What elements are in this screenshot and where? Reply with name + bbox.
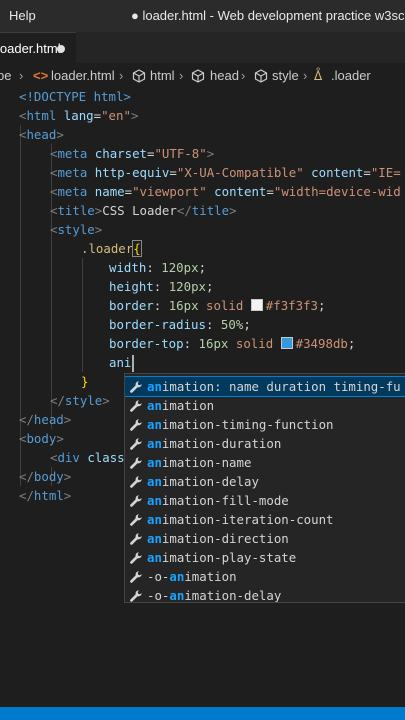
- suggestion-label: animation-name: [147, 455, 252, 470]
- code-line-11: height: 120px;: [109, 279, 214, 294]
- suggestion-item[interactable]: animation: [125, 396, 405, 415]
- wrench-icon: [129, 456, 143, 470]
- html-file-icon: <>: [33, 68, 49, 83]
- code-line-9: .loader{: [81, 240, 142, 257]
- suggestion-item[interactable]: animation-delay: [125, 472, 405, 491]
- breadcrumb-item-selector[interactable]: .loader: [331, 68, 371, 83]
- code-line-15: ani: [109, 355, 132, 370]
- breadcrumb-item-html[interactable]: html: [150, 68, 175, 83]
- wrench-icon: [129, 399, 143, 413]
- chevron-right-icon: ›: [119, 68, 124, 83]
- unsaved-dot-icon[interactable]: [57, 45, 65, 53]
- suggestion-label: animation-iteration-count: [147, 512, 334, 527]
- tab-loader-html[interactable]: loader.html: [0, 32, 76, 63]
- code-line-16: }: [81, 374, 89, 389]
- code-line-8: <style>: [50, 222, 103, 237]
- code-line-22: </html>: [19, 488, 72, 503]
- breadcrumb-item-style[interactable]: style: [272, 68, 299, 83]
- suggestion-label: animation: [147, 398, 215, 413]
- wrench-icon: [129, 551, 143, 565]
- code-line-14: border-top: 16px solid #3498db;: [109, 336, 356, 351]
- suggestion-item[interactable]: animation-fill-mode: [125, 491, 405, 510]
- suggestion-label: animation: name duration timing-fu: [147, 379, 401, 394]
- suggestion-label: animation-delay: [147, 474, 259, 489]
- wrench-icon: [129, 589, 143, 602]
- menu-help[interactable]: Help: [9, 8, 36, 23]
- chevron-right-icon: ›: [241, 68, 246, 83]
- code-line-2: <html lang="en">: [19, 108, 139, 123]
- suggestion-label: -o-animation: [147, 569, 237, 584]
- cube-icon: [254, 69, 268, 83]
- code-line-18: </head>: [19, 412, 72, 427]
- code-line-5: <meta http-equiv="X-UA-Compatible" conte…: [50, 165, 401, 180]
- chevron-right-icon: ›: [303, 68, 308, 83]
- cube-icon: [132, 69, 146, 83]
- breadcrumb-item-file[interactable]: loader.html: [51, 68, 115, 83]
- code-line-13: border-radius: 50%;: [109, 317, 251, 332]
- suggestion-item[interactable]: animation-play-state: [125, 548, 405, 567]
- suggestion-item[interactable]: -o-animation: [125, 567, 405, 586]
- wrench-icon: [129, 570, 143, 584]
- suggestion-item[interactable]: -o-animation-delay: [125, 586, 405, 603]
- suggestion-item[interactable]: animation-iteration-count: [125, 510, 405, 529]
- window-title: ● loader.html - Web development practice…: [131, 8, 405, 23]
- suggestion-label: animation-direction: [147, 531, 289, 546]
- wrench-icon: [129, 513, 143, 527]
- wrench-icon: [129, 418, 143, 432]
- wrench-icon: [129, 532, 143, 546]
- color-swatch[interactable]: [250, 299, 263, 311]
- code-line-4: <meta charset="UTF-8">: [50, 146, 215, 161]
- suggestion-item[interactable]: animation-timing-function: [125, 415, 405, 434]
- title-bar: Help ● loader.html - Web development pra…: [0, 0, 405, 32]
- code-line-10: width: 120px;: [109, 260, 207, 275]
- breadcrumb-item-head[interactable]: head: [210, 68, 239, 83]
- suggestion-label: animation-fill-mode: [147, 493, 289, 508]
- autocomplete-suggestions: animation: name duration timing-fu animat…: [124, 373, 405, 603]
- code-line-20: <div class: [50, 450, 125, 465]
- chevron-right-icon: ›: [19, 68, 24, 83]
- color-swatch[interactable]: [280, 337, 293, 349]
- suggestion-label: -o-animation-delay: [147, 588, 282, 603]
- code-line-7: <title>CSS Loader</title>: [50, 203, 237, 218]
- wrench-icon: [129, 380, 143, 394]
- suggestion-label: animation-play-state: [147, 550, 297, 565]
- code-line-17: </style>: [50, 393, 110, 408]
- code-line-1: <!DOCTYPE html>: [19, 89, 131, 104]
- wrench-icon: [129, 475, 143, 489]
- code-line-12: border: 16px solid #f3f3f3;: [109, 298, 326, 313]
- tab-bar: loader.html: [0, 32, 405, 63]
- suggestion-label: animation-duration: [147, 436, 282, 451]
- chevron-right-icon: ›: [179, 68, 184, 83]
- suggestion-item[interactable]: animation-name: [125, 453, 405, 472]
- tab-label: loader.html: [0, 41, 61, 56]
- wrench-icon: [129, 494, 143, 508]
- suggestion-item[interactable]: animation: name duration timing-fu: [125, 376, 405, 397]
- css-selector-icon: ᐂ: [314, 69, 323, 83]
- status-bar: [0, 707, 405, 720]
- code-line-21: </body>: [19, 469, 72, 484]
- breadcrumb: be › <> loader.html › html › head › styl…: [0, 63, 405, 87]
- code-line-3: <head>: [19, 127, 64, 142]
- code-line-6: <meta name="viewport" content="width=dev…: [50, 184, 401, 199]
- suggestion-item[interactable]: animation-duration: [125, 434, 405, 453]
- wrench-icon: [129, 437, 143, 451]
- breadcrumb-item-folder[interactable]: be: [0, 68, 11, 83]
- suggestion-item[interactable]: animation-direction: [125, 529, 405, 548]
- text-cursor: [132, 355, 134, 372]
- indent-guide: [82, 258, 83, 372]
- cube-icon: [191, 69, 205, 83]
- code-line-19: <body>: [19, 431, 64, 446]
- suggestion-label: animation-timing-function: [147, 417, 334, 432]
